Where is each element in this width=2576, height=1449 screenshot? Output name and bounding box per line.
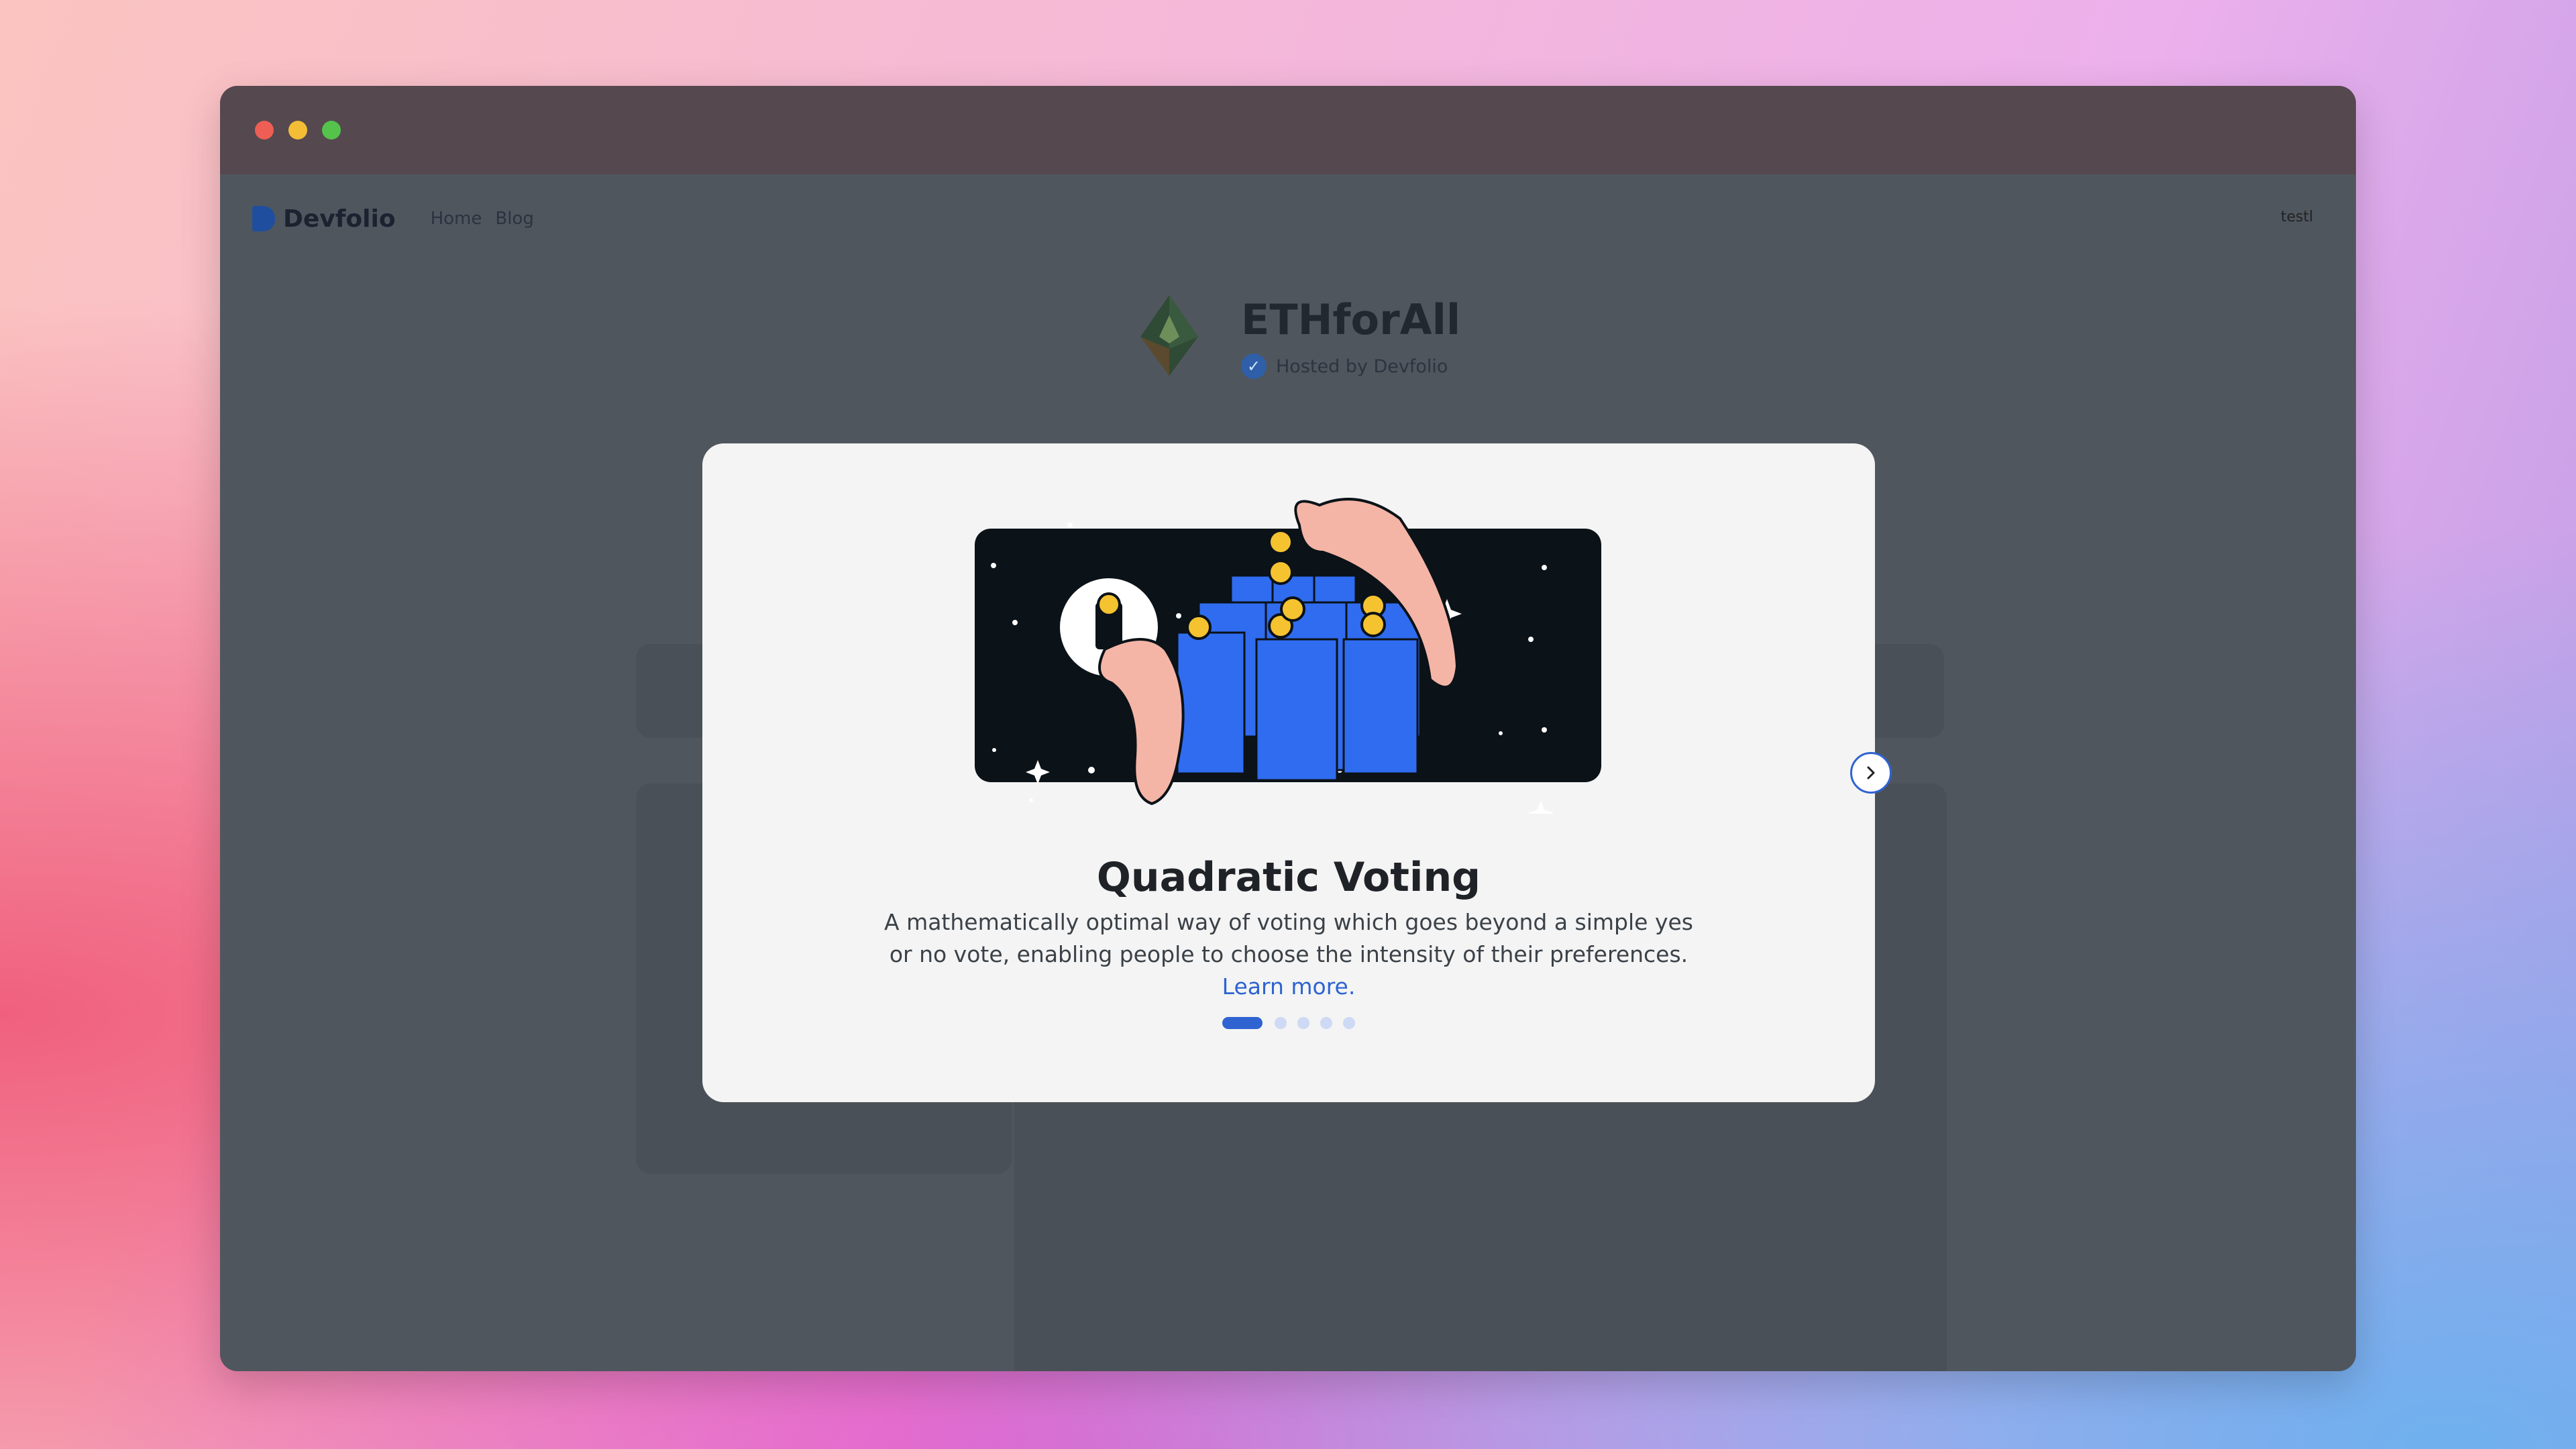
pagination-dot-4[interactable]: [1320, 1017, 1332, 1029]
pagination-dot-5[interactable]: [1343, 1017, 1355, 1029]
feature-carousel-modal: Quadratic Voting A mathematically optima…: [702, 443, 1892, 1102]
carousel-pagination: [702, 1017, 1875, 1029]
minimize-window-button[interactable]: [288, 121, 307, 140]
brand-name[interactable]: Devfolio: [283, 205, 396, 233]
quadratic-voting-illustration: [975, 498, 1601, 814]
hosted-by-text: Hosted by Devfolio: [1276, 356, 1448, 377]
nav-link-home[interactable]: Home: [431, 209, 482, 229]
window-titlebar: [220, 86, 2356, 174]
maximize-window-button[interactable]: [322, 121, 341, 140]
event-header: ETHforAll ✓ Hosted by Devfolio: [1139, 295, 1460, 379]
learn-more-link[interactable]: Learn more.: [1222, 973, 1356, 1000]
hosted-by-row: ✓ Hosted by Devfolio: [1241, 354, 1460, 379]
carousel-next-button[interactable]: [1850, 752, 1892, 794]
event-title: ETHforAll: [1241, 295, 1461, 344]
nav-link-blog[interactable]: Blog: [495, 209, 533, 229]
verified-check-icon: ✓: [1241, 354, 1267, 379]
modal-title: Quadratic Voting: [1096, 854, 1481, 901]
pagination-dot-1[interactable]: [1222, 1017, 1263, 1029]
modal-description-text: A mathematically optimal way of voting w…: [884, 909, 1693, 967]
chevron-right-icon: [1867, 766, 1875, 780]
top-nav: Devfolio Home Blog: [252, 199, 547, 239]
modal-description: A mathematically optimal way of voting w…: [870, 906, 1707, 1003]
pagination-dot-3[interactable]: [1297, 1017, 1309, 1029]
ethforall-logo-icon: [1140, 295, 1198, 376]
pagination-dot-2[interactable]: [1275, 1017, 1287, 1029]
close-window-button[interactable]: [255, 121, 274, 140]
devfolio-logo-icon[interactable]: [252, 206, 275, 231]
user-avatar[interactable]: testl: [2273, 193, 2321, 241]
